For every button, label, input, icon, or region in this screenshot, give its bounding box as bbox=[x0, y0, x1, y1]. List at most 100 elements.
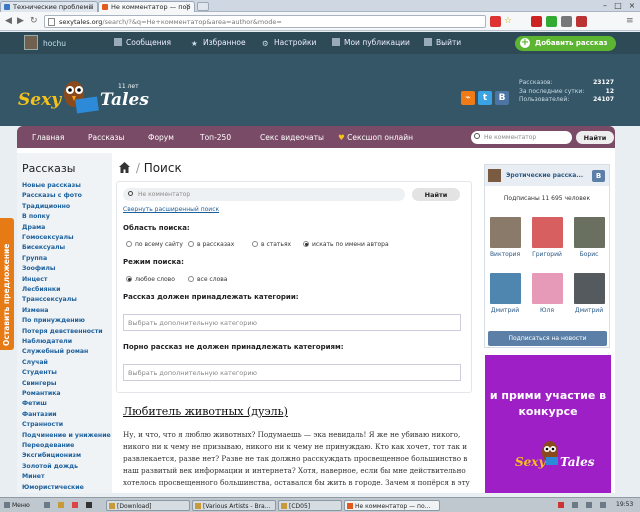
close-window-icon[interactable]: × bbox=[626, 1, 638, 10]
browser-tab[interactable]: Технические проблемы × bbox=[0, 1, 98, 12]
nav-item-top250[interactable]: Топ-250 bbox=[200, 133, 231, 142]
username-link[interactable]: hochu bbox=[43, 39, 66, 48]
sidebar-category-link[interactable]: Свингеры bbox=[22, 380, 57, 387]
exclude-category-field[interactable]: Выбрать дополнительную категорию bbox=[123, 364, 461, 381]
area-option-site[interactable]: по всему сайту bbox=[126, 241, 183, 248]
sidebar-category-link[interactable]: Гомосексуалы bbox=[22, 234, 74, 241]
pdf-extension-icon[interactable] bbox=[576, 16, 587, 27]
vk-member[interactable]: Юля bbox=[530, 273, 564, 314]
back-icon[interactable]: ◀ bbox=[5, 16, 12, 26]
vk-member[interactable]: Дмитрий bbox=[572, 273, 606, 314]
taskbar-task[interactable]: [Various Artists - Bra... bbox=[192, 500, 276, 511]
contest-banner[interactable]: и прими участие в конкурсе Sexy Tales bbox=[485, 355, 611, 493]
sidebar-category-link[interactable]: Золотой дождь bbox=[22, 463, 78, 470]
avatar[interactable] bbox=[24, 35, 38, 50]
browser-tab-active[interactable]: Не комментатор — пор × bbox=[98, 1, 195, 12]
search-button[interactable]: Найти bbox=[412, 188, 460, 201]
sidebar-category-link[interactable]: Наблюдатели bbox=[22, 338, 72, 345]
story-title-link[interactable]: Любитель животных (дуэль) bbox=[123, 405, 288, 418]
close-tab-icon[interactable]: × bbox=[185, 2, 191, 10]
extension-icon[interactable] bbox=[546, 16, 557, 27]
sidebar-category-link[interactable]: Студенты bbox=[22, 369, 57, 376]
extension-icon[interactable] bbox=[561, 16, 572, 27]
mode-option-all[interactable]: все слова bbox=[188, 276, 227, 283]
search-input[interactable]: Не комментатор bbox=[123, 188, 405, 201]
new-tab-button[interactable] bbox=[197, 2, 209, 11]
battery-icon[interactable] bbox=[598, 500, 610, 511]
sidebar-category-link[interactable]: Юмористические bbox=[22, 484, 84, 491]
sidebar-category-link[interactable]: Транссексуалы bbox=[22, 296, 77, 303]
nav-item-sexshop[interactable]: ♥ Сексшоп онлайн bbox=[338, 133, 413, 142]
vk-member[interactable]: Григорий bbox=[530, 217, 564, 258]
bookmark-star-icon[interactable]: ☆ bbox=[504, 16, 512, 26]
sidebar-category-link[interactable]: По принуждению bbox=[22, 317, 85, 324]
file-manager-icon[interactable] bbox=[56, 500, 68, 511]
sidebar-category-link[interactable]: Рассказы с фото bbox=[22, 192, 82, 199]
sidebar-category-link[interactable]: Группа bbox=[22, 255, 47, 262]
sidebar-category-link[interactable]: Странности bbox=[22, 421, 63, 428]
vk-member[interactable]: Борис bbox=[572, 217, 606, 258]
minimize-icon[interactable]: – bbox=[599, 1, 611, 10]
taskbar-task[interactable]: [Download] bbox=[106, 500, 190, 511]
sidebar-category-link[interactable]: Минет bbox=[22, 473, 45, 480]
nav-item-videochat[interactable]: Секс видеочаты bbox=[260, 133, 324, 142]
sidebar-category-link[interactable]: В попку bbox=[22, 213, 50, 220]
messages-link[interactable]: Сообщения bbox=[114, 38, 171, 47]
taskbar-task[interactable]: [CD05] bbox=[278, 500, 342, 511]
settings-link[interactable]: ⚙ Настройки bbox=[262, 38, 316, 48]
maximize-icon[interactable]: □ bbox=[612, 1, 624, 10]
sidebar-category-link[interactable]: Переодевание bbox=[22, 442, 74, 449]
sidebar-category-link[interactable]: Инцест bbox=[22, 276, 48, 283]
nav-search-input[interactable]: Не комментатор bbox=[471, 131, 572, 144]
sidebar-category-link[interactable]: Романтика bbox=[22, 390, 61, 397]
nav-item-forum[interactable]: Форум bbox=[148, 133, 174, 142]
nav-item-home[interactable]: Главная bbox=[32, 133, 64, 142]
vk-icon[interactable]: B bbox=[495, 91, 509, 105]
add-story-button[interactable]: + Добавить рассказ bbox=[515, 36, 616, 51]
twitter-icon[interactable]: t bbox=[478, 91, 492, 105]
logout-link[interactable]: Выйти bbox=[424, 38, 461, 47]
sidebar-category-link[interactable]: Зоофилы bbox=[22, 265, 56, 272]
show-desktop-icon[interactable] bbox=[42, 500, 54, 511]
mode-option-any[interactable]: любое слово bbox=[126, 276, 175, 283]
sidebar-category-link[interactable]: Потеря девственности bbox=[22, 328, 103, 335]
sidebar-category-link[interactable]: Лесбиянки bbox=[22, 286, 60, 293]
sidebar-category-link[interactable]: Новые рассказы bbox=[22, 182, 81, 189]
favorites-link[interactable]: ★ Избранное bbox=[191, 38, 246, 48]
browser-icon[interactable] bbox=[70, 500, 82, 511]
sidebar-category-link[interactable]: Служебный роман bbox=[22, 348, 88, 355]
keyboard-layout-icon[interactable] bbox=[556, 500, 568, 511]
sidebar-category-link[interactable]: Измена bbox=[22, 307, 48, 314]
area-option-author[interactable]: искать по имени автора bbox=[303, 241, 389, 248]
sidebar-category-link[interactable]: Традиционно bbox=[22, 203, 70, 210]
area-option-articles[interactable]: в статьях bbox=[252, 241, 291, 248]
adblock-icon[interactable] bbox=[490, 16, 501, 27]
sidebar-category-link[interactable]: Фетиш bbox=[22, 400, 47, 407]
vk-group-avatar[interactable] bbox=[488, 169, 501, 182]
extension-icon[interactable] bbox=[531, 16, 542, 27]
forward-icon[interactable]: ▶ bbox=[17, 16, 24, 26]
sidebar-category-link[interactable]: Драма bbox=[22, 224, 45, 231]
site-logo[interactable]: Sexy Tales 11 лет bbox=[18, 72, 149, 122]
menu-icon[interactable]: ≡ bbox=[626, 16, 634, 26]
close-tab-icon[interactable]: × bbox=[88, 2, 94, 10]
home-icon[interactable] bbox=[119, 162, 130, 173]
nav-search-button[interactable]: Найти bbox=[576, 131, 614, 144]
network-icon[interactable] bbox=[570, 500, 582, 511]
terminal-icon[interactable] bbox=[84, 500, 96, 511]
taskbar-task-active[interactable]: Не комментатор — по... bbox=[344, 500, 440, 511]
url-field[interactable]: sexytales.org/search/?&q=Не+комментатор&… bbox=[44, 15, 486, 28]
nav-item-stories[interactable]: Рассказы bbox=[88, 133, 124, 142]
vk-member[interactable]: Дмитрий bbox=[488, 273, 522, 314]
sidebar-category-link[interactable]: Бисексуалы bbox=[22, 244, 65, 251]
reload-icon[interactable]: ↻ bbox=[30, 16, 38, 26]
include-category-field[interactable]: Выбрать дополнительную категорию bbox=[123, 314, 461, 331]
feedback-tab[interactable]: Оставить предложение bbox=[0, 218, 14, 350]
vk-group-title[interactable]: Эротические расска... bbox=[506, 172, 583, 179]
collapse-advanced-search-link[interactable]: Свернуть расширенный поиск bbox=[123, 206, 219, 213]
volume-icon[interactable] bbox=[584, 500, 596, 511]
start-menu-button[interactable]: Меню bbox=[2, 500, 38, 511]
sidebar-category-link[interactable]: Случай bbox=[22, 359, 48, 366]
rss-icon[interactable]: ⌁ bbox=[461, 91, 475, 105]
sidebar-category-link[interactable]: Фантазии bbox=[22, 411, 57, 418]
